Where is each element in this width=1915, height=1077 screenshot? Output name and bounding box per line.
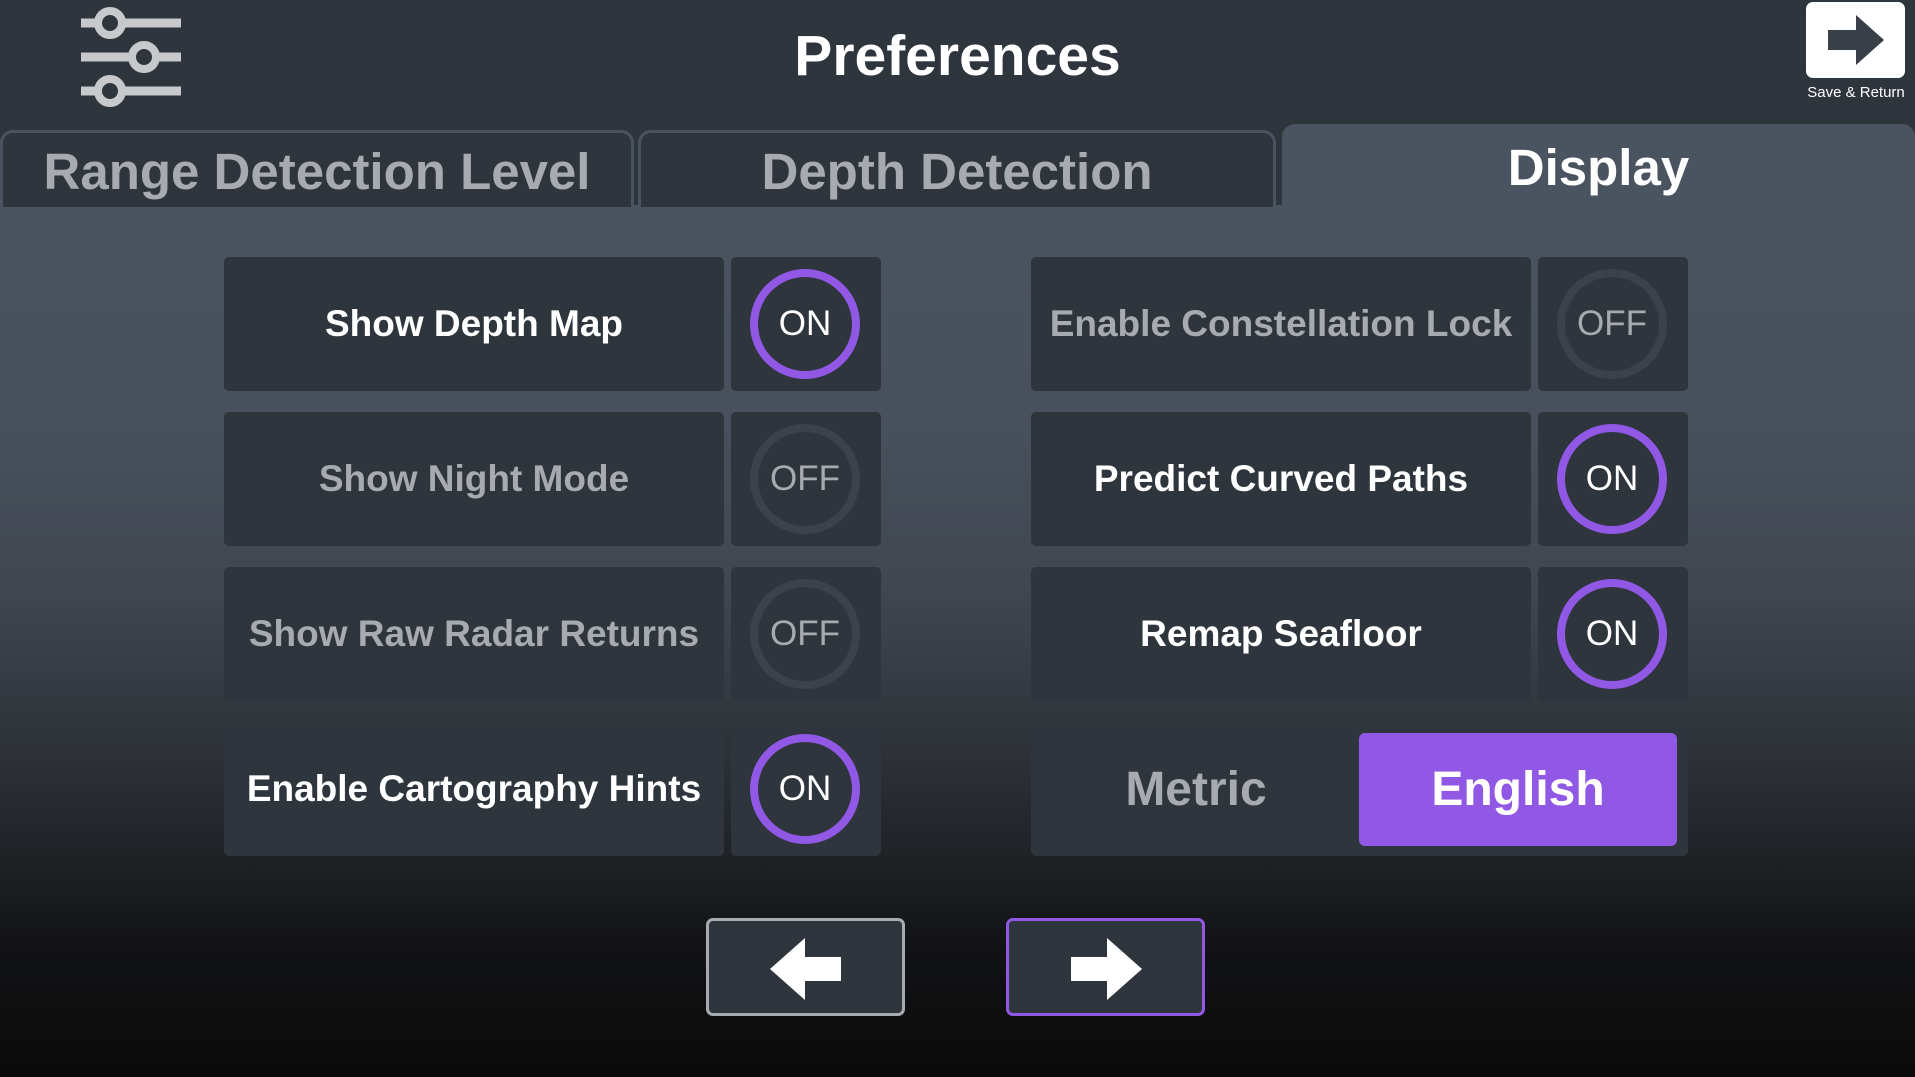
toggle-state: OFF	[1557, 269, 1667, 379]
setting-label-enable-constellation-lock: Enable Constellation Lock	[1031, 257, 1531, 391]
save-return-label: Save & Return	[1807, 84, 1905, 101]
page-title: Preferences	[794, 24, 1121, 88]
toggle-enable-cartography-hints[interactable]: ON	[731, 722, 881, 856]
setting-label-show-raw-radar-returns: Show Raw Radar Returns	[224, 567, 724, 701]
toggle-state: ON	[750, 269, 860, 379]
setting-label-show-night-mode: Show Night Mode	[224, 412, 724, 546]
setting-label-show-depth-map: Show Depth Map	[224, 257, 724, 391]
toggle-show-raw-radar-returns[interactable]: OFF	[731, 567, 881, 701]
toggle-state: ON	[1557, 579, 1667, 689]
save-return-button[interactable]: Save & Return	[1800, 2, 1912, 106]
toggle-predict-curved-paths[interactable]: ON	[1538, 412, 1688, 546]
setting-label-predict-curved-paths: Predict Curved Paths	[1031, 412, 1531, 546]
setting-label-enable-cartography-hints: Enable Cartography Hints	[224, 722, 724, 856]
toggle-enable-constellation-lock[interactable]: OFF	[1538, 257, 1688, 391]
setting-label-remap-seafloor: Remap Seafloor	[1031, 567, 1531, 701]
tab-depth-detection[interactable]: Depth Detection	[638, 130, 1276, 207]
toggle-show-night-mode[interactable]: OFF	[731, 412, 881, 546]
header-bar: Preferences Save & Return	[0, 0, 1915, 130]
arrow-left-icon	[770, 938, 841, 1000]
arrow-right-icon	[1806, 2, 1905, 78]
toggle-state: OFF	[750, 424, 860, 534]
toggle-state: ON	[750, 734, 860, 844]
unit-option-metric[interactable]: Metric	[1031, 733, 1361, 846]
toggle-state: OFF	[750, 579, 860, 689]
arrow-right-icon	[1071, 938, 1142, 1000]
toggle-show-depth-map[interactable]: ON	[731, 257, 881, 391]
toggle-state: ON	[1557, 424, 1667, 534]
unit-option-english[interactable]: English	[1359, 733, 1677, 846]
previous-button[interactable]	[706, 918, 905, 1016]
next-button[interactable]	[1006, 918, 1205, 1016]
tab-display[interactable]: Display	[1282, 124, 1915, 209]
toggle-remap-seafloor[interactable]: ON	[1538, 567, 1688, 701]
units-segmented-control: Metric English	[1031, 722, 1688, 856]
tab-range-detection-level[interactable]: Range Detection Level	[0, 130, 634, 207]
